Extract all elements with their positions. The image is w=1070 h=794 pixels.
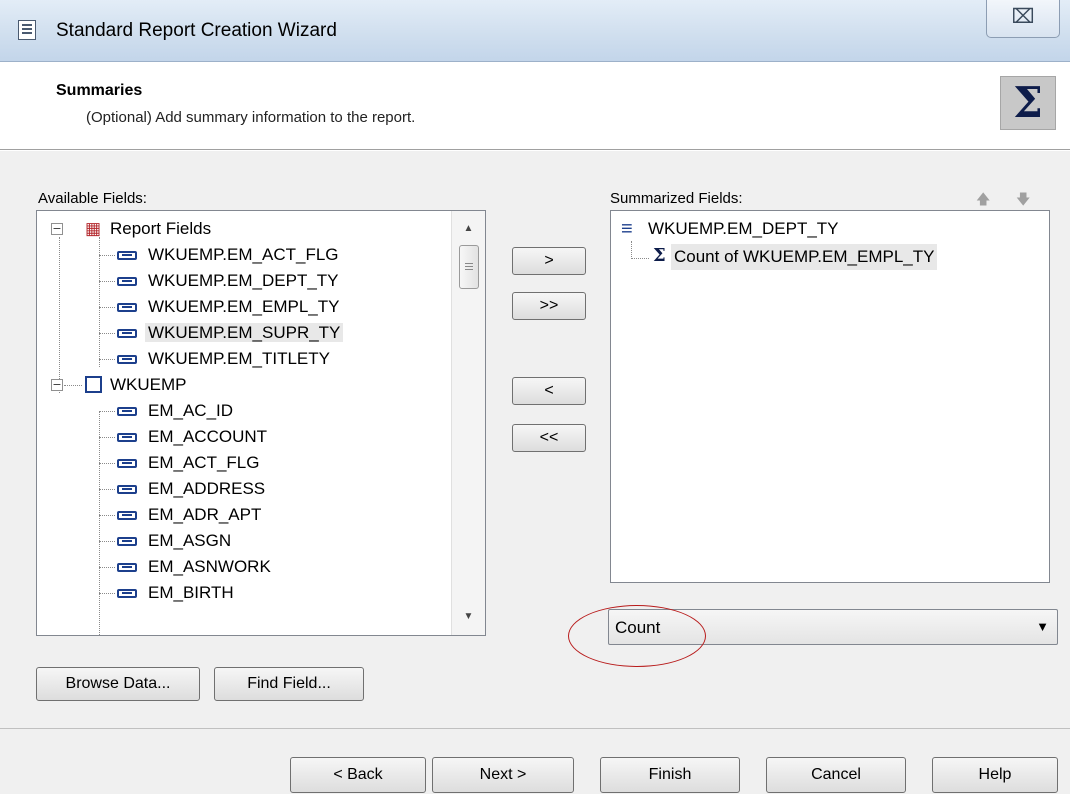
wizard-content: Available Fields: − ▦ Report Fields WKUE…: [0, 151, 1070, 794]
scroll-thumb[interactable]: [459, 245, 479, 289]
field-icon: [117, 511, 137, 521]
field-label: WKUEMP.EM_TITLETY: [148, 349, 330, 368]
available-fields-label: Available Fields:: [38, 190, 147, 207]
collapse-icon[interactable]: −: [51, 379, 63, 391]
group-icon: ≡: [621, 218, 633, 240]
find-field-button[interactable]: Find Field...: [214, 667, 364, 701]
field-icon: [117, 251, 137, 261]
field-icon: [117, 277, 137, 287]
back-button[interactable]: < Back: [290, 757, 426, 793]
scroll-up-icon[interactable]: ▲: [452, 217, 485, 241]
field-icon: [117, 303, 137, 313]
field-icon: [117, 537, 137, 547]
help-button[interactable]: Help: [932, 757, 1058, 793]
field-label: EM_ADR_APT: [148, 505, 262, 524]
field-icon: [117, 589, 137, 599]
wizard-header: Summaries (Optional) Add summary informa…: [0, 62, 1070, 150]
field-icon: [117, 563, 137, 573]
vertical-scrollbar[interactable]: ▲ ▼: [451, 211, 485, 635]
field-label: EM_ADDRESS: [148, 479, 266, 498]
collapse-icon[interactable]: −: [51, 223, 63, 235]
summary-group-label: WKUEMP.EM_DEPT_TY: [648, 219, 839, 238]
chevron-down-icon[interactable]: ▼: [1036, 619, 1049, 634]
field-icon: [117, 355, 137, 365]
summarized-fields-tree[interactable]: ≡ WKUEMP.EM_DEPT_TY Σ Count of WKUEMP.EM…: [610, 210, 1050, 583]
window-title: Standard Report Creation Wizard: [56, 20, 337, 41]
add-field-button[interactable]: >: [512, 247, 586, 275]
browse-data-button[interactable]: Browse Data...: [36, 667, 200, 701]
sigma-icon: Σ: [653, 245, 666, 266]
field-icon: [117, 485, 137, 495]
sigma-icon: Σ: [1000, 76, 1056, 130]
field-label: EM_ACT_FLG: [148, 453, 260, 472]
scroll-down-icon[interactable]: ▼: [452, 605, 485, 629]
footer-divider: [0, 728, 1070, 729]
page-title: Summaries: [56, 82, 143, 99]
next-button[interactable]: Next >: [432, 757, 574, 793]
tree-group-label: Report Fields: [110, 219, 212, 238]
table-icon: [85, 376, 102, 393]
available-fields-tree[interactable]: − ▦ Report Fields WKUEMP.EM_ACT_FLG WKUE…: [36, 210, 486, 636]
field-label: WKUEMP.EM_DEPT_TY: [148, 271, 339, 290]
field-label: EM_ASNWORK: [148, 557, 271, 576]
add-all-fields-button[interactable]: >>: [512, 292, 586, 320]
field-label: WKUEMP.EM_ACT_FLG: [148, 245, 339, 264]
field-label: WKUEMP.EM_SUPR_TY: [145, 323, 344, 342]
cancel-button[interactable]: Cancel: [766, 757, 906, 793]
close-button[interactable]: ⌧: [986, 0, 1060, 38]
report-fields-icon: ▦: [85, 219, 102, 238]
field-label: EM_AC_ID: [148, 401, 234, 420]
field-label: WKUEMP.EM_EMPL_TY: [148, 297, 340, 316]
remove-all-fields-button[interactable]: <<: [512, 424, 586, 452]
field-icon: [117, 329, 137, 339]
field-label: EM_ACCOUNT: [148, 427, 268, 446]
wizard-app-icon: [18, 20, 36, 40]
highlight-annotation: [568, 605, 706, 667]
summarized-fields-label: Summarized Fields:: [610, 190, 743, 207]
field-icon: [117, 459, 137, 469]
tree-group-label: WKUEMP: [110, 375, 187, 394]
field-icon: [117, 433, 137, 443]
remove-field-button[interactable]: <: [512, 377, 586, 405]
title-bar: Standard Report Creation Wizard ⌧: [0, 0, 1070, 62]
page-subtitle: (Optional) Add summary information to th…: [86, 109, 416, 126]
summary-item-label: Count of WKUEMP.EM_EMPL_TY: [671, 244, 938, 270]
field-label: EM_ASGN: [148, 531, 232, 550]
field-label: EM_BIRTH: [148, 583, 234, 602]
finish-button[interactable]: Finish: [600, 757, 740, 793]
field-icon: [117, 407, 137, 417]
